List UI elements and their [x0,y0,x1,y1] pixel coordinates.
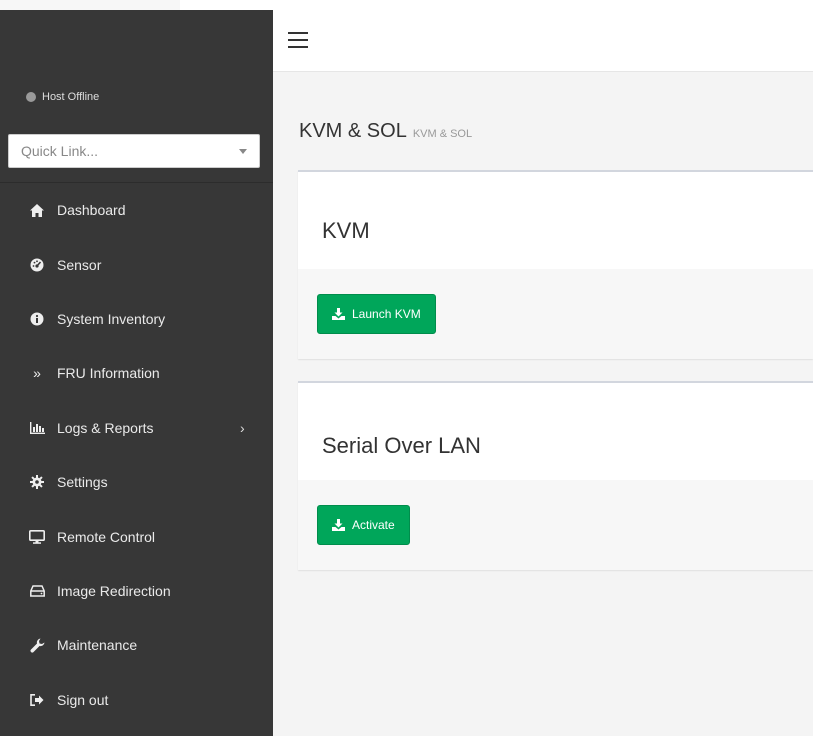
sol-card-body: Activate [298,480,813,570]
sidebar-item-logs-reports[interactable]: Logs & Reports › [0,401,273,455]
sidebar-nav: Dashboard Sensor System Inventory » FRU … [0,183,273,727]
sidebar-item-image-redirection[interactable]: Image Redirection [0,564,273,618]
sidebar-item-maintenance[interactable]: Maintenance [0,618,273,672]
sidebar-item-settings[interactable]: Settings [0,455,273,509]
home-icon [29,202,45,218]
hamburger-menu-icon[interactable] [288,32,308,48]
sidebar-item-label: Remote Control [57,528,156,545]
info-circle-icon [29,311,45,327]
sol-card-header: Serial Over LAN [298,383,813,480]
bar-chart-icon [29,420,45,436]
top-strip-left [0,0,180,10]
activate-button[interactable]: Activate [317,505,410,545]
sidebar: Host Offline Quick Link... Dashboard Sen… [0,10,273,736]
quick-link-select[interactable]: Quick Link... [8,134,260,168]
top-header [273,10,813,72]
dashboard-gauge-icon [29,257,45,273]
sol-card-title: Serial Over LAN [322,433,481,458]
status-dot-icon [26,92,36,102]
kvm-card-title: KVM [322,218,370,243]
sidebar-item-remote-control[interactable]: Remote Control [0,509,273,563]
double-chevron-right-icon: » [33,365,41,382]
kvm-card: KVM Launch KVM [298,170,813,359]
kvm-card-body: Launch KVM [298,269,813,359]
sidebar-item-label: Sensor [57,256,102,273]
sidebar-item-label: Logs & Reports [57,419,154,436]
desktop-monitor-icon [29,529,45,545]
activate-label: Activate [352,518,395,532]
hdd-drive-icon [29,583,45,599]
sidebar-item-sensor[interactable]: Sensor [0,237,273,291]
sidebar-item-dashboard[interactable]: Dashboard [0,183,273,237]
launch-kvm-label: Launch KVM [352,307,421,321]
quick-link-placeholder: Quick Link... [21,143,99,159]
chevron-right-icon: › [240,419,245,436]
sidebar-item-label: Sign out [57,691,109,708]
launch-kvm-button[interactable]: Launch KVM [317,294,436,334]
sidebar-item-label: Settings [57,474,108,491]
page-title: KVM & SOL KVM & SOL [299,120,472,143]
page-title-text: KVM & SOL [299,120,407,142]
host-status: Host Offline [26,91,99,103]
sidebar-item-label: Dashboard [57,202,126,219]
sidebar-item-label: Maintenance [57,637,138,654]
sign-out-icon [29,692,45,708]
sidebar-item-label: FRU Information [57,365,160,382]
gear-icon [29,474,45,490]
page-subtitle: KVM & SOL [412,128,473,140]
chevron-down-icon [239,149,247,154]
sidebar-item-label: System Inventory [57,310,166,327]
sidebar-item-sign-out[interactable]: Sign out [0,673,273,727]
sol-card: Serial Over LAN Activate [298,381,813,570]
host-status-label: Host Offline [42,91,100,103]
sidebar-item-fru-information[interactable]: » FRU Information [0,346,273,400]
download-icon [332,308,345,320]
wrench-icon [29,637,45,653]
kvm-card-header: KVM [298,172,813,269]
download-icon [332,519,345,531]
sidebar-item-system-inventory[interactable]: System Inventory [0,292,273,346]
sidebar-item-label: Image Redirection [57,582,171,599]
